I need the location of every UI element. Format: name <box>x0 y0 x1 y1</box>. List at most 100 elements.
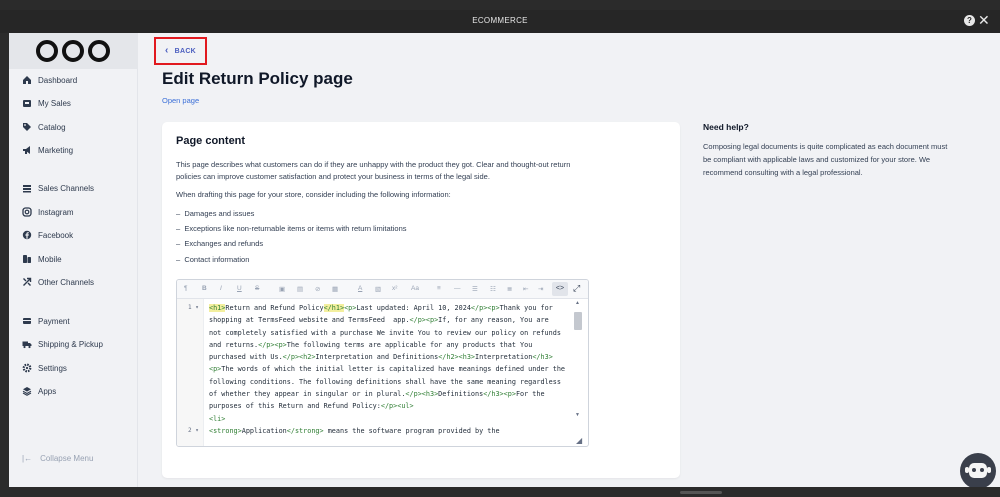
html-editor[interactable]: ¶ B I U S ▣ ▤ ⊘ ▦ A ▧ x² Aa ≡ — ☰ ☷ ≣ ⇤ … <box>176 279 589 447</box>
help-title: Need help? <box>703 122 749 132</box>
indent-icon[interactable]: ⇥ <box>538 285 543 293</box>
help-panel: Need help? Composing legal documents is … <box>703 122 953 180</box>
table-icon[interactable]: ▦ <box>332 285 338 293</box>
collapse-menu-button[interactable]: |← Collapse Menu <box>22 454 93 463</box>
back-button[interactable]: ‹ BACK <box>154 37 207 65</box>
sidebar-item-dashboard[interactable]: Dashboard <box>22 72 77 88</box>
app-window: Dashboard My Sales Catalog Marketing Sal… <box>9 33 1000 487</box>
logo[interactable] <box>9 33 138 69</box>
underline-icon[interactable]: U <box>237 285 242 292</box>
sidebar-item-label: Shipping & Pickup <box>38 339 103 349</box>
close-icon[interactable]: ✕ <box>978 12 990 28</box>
window-title: ECOMMERCE <box>472 16 528 25</box>
sidebar-item-settings[interactable]: Settings <box>22 360 67 376</box>
logo-dot-icon <box>88 40 110 62</box>
chevron-left-icon: ‹ <box>164 45 169 56</box>
sidebar-item-label: Apps <box>38 386 57 396</box>
line-number: 2 ▾ <box>188 427 199 434</box>
sidebar-item-label: Instagram <box>38 207 74 217</box>
paragraph-icon[interactable]: ¶ <box>184 285 188 292</box>
sidebar-item-label: Mobile <box>38 254 62 264</box>
mobile-icon <box>22 254 32 264</box>
window-titlebar: ECOMMERCE ? ✕ <box>0 10 1000 33</box>
inbox-icon <box>22 98 32 108</box>
truck-icon <box>22 339 32 349</box>
sidebar-item-label: Other Channels <box>38 277 95 287</box>
help-text: Composing legal documents is quite compl… <box>703 142 948 178</box>
line-number: 1 ▾ <box>188 304 199 311</box>
sidebar-item-catalog[interactable]: Catalog <box>22 119 66 135</box>
superscript-icon[interactable]: x² <box>392 285 397 292</box>
megaphone-icon <box>22 145 32 155</box>
sidebar-item-payment[interactable]: Payment <box>22 313 70 329</box>
horizontal-rule-icon[interactable]: — <box>454 285 461 292</box>
sidebar-item-other-channels[interactable]: Other Channels <box>22 274 94 290</box>
list-item: – Exchanges and refunds <box>176 239 264 248</box>
logo-dot-icon <box>36 40 58 62</box>
italic-icon[interactable]: I <box>220 285 222 292</box>
sidebar-item-my-sales[interactable]: My Sales <box>22 95 71 111</box>
sidebar-item-mobile[interactable]: Mobile <box>22 251 62 267</box>
font-size-icon[interactable]: Aa <box>411 285 419 292</box>
bottom-bar <box>0 487 1000 497</box>
sidebar-item-sales-channels[interactable]: Sales Channels <box>22 180 94 196</box>
outdent-icon[interactable]: ⇤ <box>523 285 528 293</box>
sidebar-item-apps[interactable]: Apps <box>22 383 56 399</box>
logo-dot-icon <box>62 40 84 62</box>
collapse-icon: |← <box>22 454 33 463</box>
video-icon[interactable]: ▤ <box>297 285 303 293</box>
tag-icon <box>22 122 32 132</box>
page-title: Edit Return Policy page <box>162 69 353 88</box>
scroll-thumb[interactable] <box>574 312 582 330</box>
sidebar-item-instagram[interactable]: Instagram <box>22 204 74 220</box>
list-item: – Contact information <box>176 255 250 264</box>
bot-eye <box>980 468 984 472</box>
sidebar-item-label: Dashboard <box>38 75 78 85</box>
sidebar-item-label: Facebook <box>38 230 74 240</box>
sidebar-item-label: My Sales <box>38 98 71 108</box>
bold-icon[interactable]: B <box>202 285 207 292</box>
fullscreen-icon[interactable]: ⤢ <box>573 283 580 294</box>
font-color-icon[interactable]: A <box>358 285 362 292</box>
scroll-down-icon[interactable]: ▼ <box>575 412 580 418</box>
sidebar-item-shipping[interactable]: Shipping & Pickup <box>22 336 103 352</box>
robot-icon <box>969 463 987 478</box>
resize-handle-icon[interactable]: ◢ <box>576 436 582 445</box>
bot-eye <box>972 468 976 472</box>
layers-icon <box>22 183 32 193</box>
list-item: – Damages and issues <box>176 209 255 218</box>
sidebar-item-label: Catalog <box>38 122 66 132</box>
link-icon[interactable]: ⊘ <box>315 285 320 293</box>
justify-icon[interactable]: ≣ <box>507 285 512 293</box>
list-item: – Exceptions like non-returnable items o… <box>176 224 407 233</box>
gear-icon <box>22 363 32 373</box>
code-text[interactable]: <h1>Return and Refund Policy</h1><p>Last… <box>209 302 565 437</box>
strikethrough-icon[interactable]: S <box>255 285 259 292</box>
sidebar-item-marketing[interactable]: Marketing <box>22 142 73 158</box>
open-page-link[interactable]: Open page <box>162 96 199 105</box>
facebook-icon <box>22 230 32 240</box>
editor-scrollbar[interactable]: ▲ ▼ <box>574 300 582 446</box>
bulleted-list-icon[interactable]: ☰ <box>472 285 478 293</box>
source-code-button[interactable]: <> <box>552 282 568 296</box>
collapse-menu-label: Collapse Menu <box>40 454 94 463</box>
sidebar-item-facebook[interactable]: Facebook <box>22 227 73 243</box>
chat-assistant-button[interactable] <box>960 453 996 487</box>
image-icon[interactable]: ▣ <box>279 285 285 293</box>
scroll-up-icon[interactable]: ▲ <box>575 300 580 306</box>
home-icon <box>22 75 32 85</box>
help-icon[interactable]: ? <box>964 15 975 26</box>
align-icon[interactable]: ≡ <box>437 285 441 292</box>
back-label: BACK <box>174 47 197 55</box>
share-icon <box>22 277 32 287</box>
taskbar-indicator <box>680 491 722 494</box>
sidebar-item-label: Payment <box>38 316 70 326</box>
main-content: ‹ BACK Edit Return Policy page Open page… <box>138 33 1000 487</box>
numbered-list-icon[interactable]: ☷ <box>490 285 496 293</box>
sidebar-item-label: Sales Channels <box>38 183 95 193</box>
stack-icon <box>22 386 32 396</box>
highlight-icon[interactable]: ▧ <box>375 285 381 293</box>
bot-ear <box>987 467 991 473</box>
card-heading: Page content <box>176 135 246 147</box>
editor-toolbar: ¶ B I U S ▣ ▤ ⊘ ▦ A ▧ x² Aa ≡ — ☰ ☷ ≣ ⇤ … <box>177 280 588 299</box>
